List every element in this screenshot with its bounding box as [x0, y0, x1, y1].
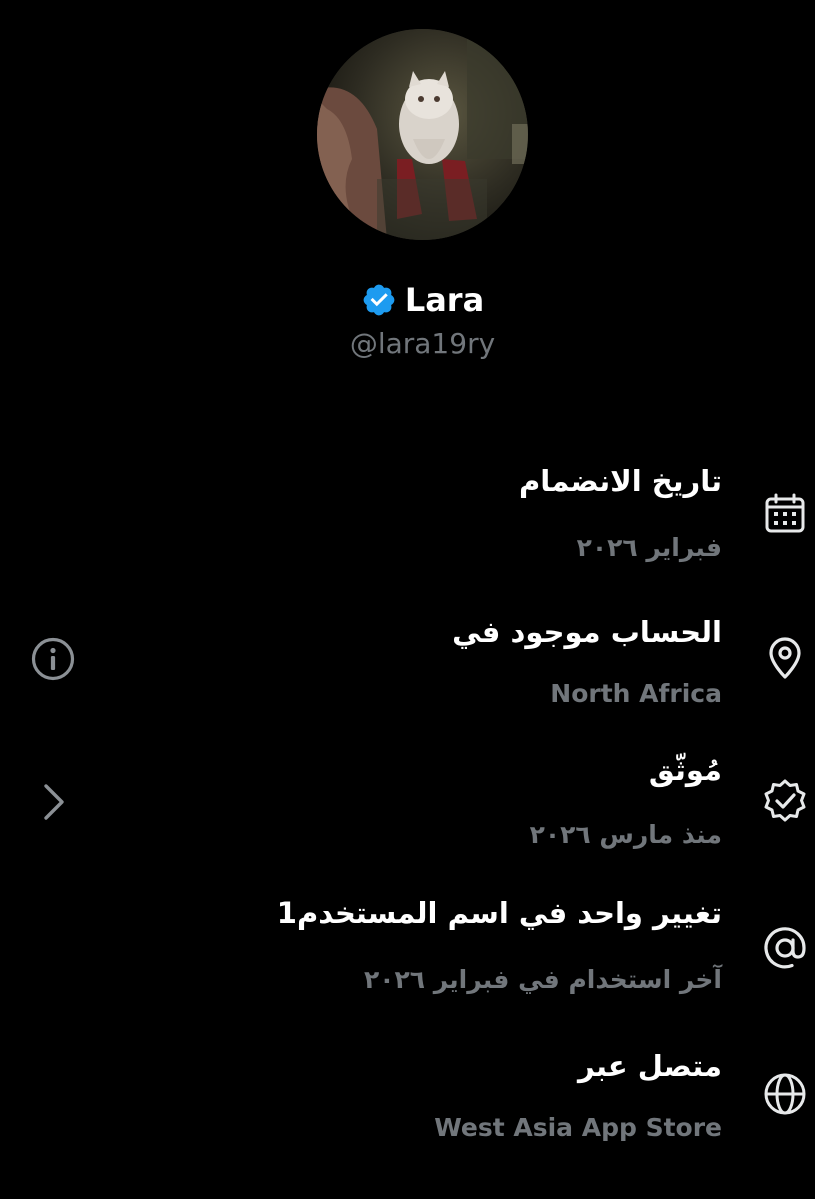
- verified-badge-icon: [361, 282, 397, 318]
- at-sign-icon: [761, 924, 809, 972]
- avatar[interactable]: [317, 29, 528, 240]
- verified-title: مُوثّق: [648, 753, 722, 787]
- joined-date-title: تاريخ الانضمام: [519, 464, 722, 498]
- display-name: Lara: [404, 281, 485, 319]
- username-handle: @lara19ry: [349, 327, 496, 360]
- info-icon[interactable]: [30, 636, 76, 682]
- globe-icon: [761, 1070, 809, 1118]
- account-location-title: الحساب موجود في: [452, 615, 722, 649]
- verified-since-value: منذ مارس ٢٠٢٦: [529, 820, 722, 849]
- joined-date-value: فبراير ٢٠٢٦: [576, 533, 722, 562]
- chevron-right-icon[interactable]: [38, 780, 70, 824]
- connected-via-value: West Asia App Store: [434, 1113, 722, 1142]
- avatar-photo: [317, 29, 528, 240]
- account-location-value: North Africa: [550, 679, 722, 708]
- calendar-icon: [761, 490, 809, 538]
- connected-via-title: متصل عبر: [577, 1049, 722, 1083]
- username-change-value: آخر استخدام في فبراير ٢٠٢٦: [363, 965, 722, 994]
- profile-name-row: Lara: [0, 275, 815, 325]
- location-pin-icon: [761, 634, 809, 682]
- username-change-title: تغيير واحد في اسم المستخدم1: [276, 896, 722, 930]
- verified-badge-outline-icon: [761, 777, 809, 825]
